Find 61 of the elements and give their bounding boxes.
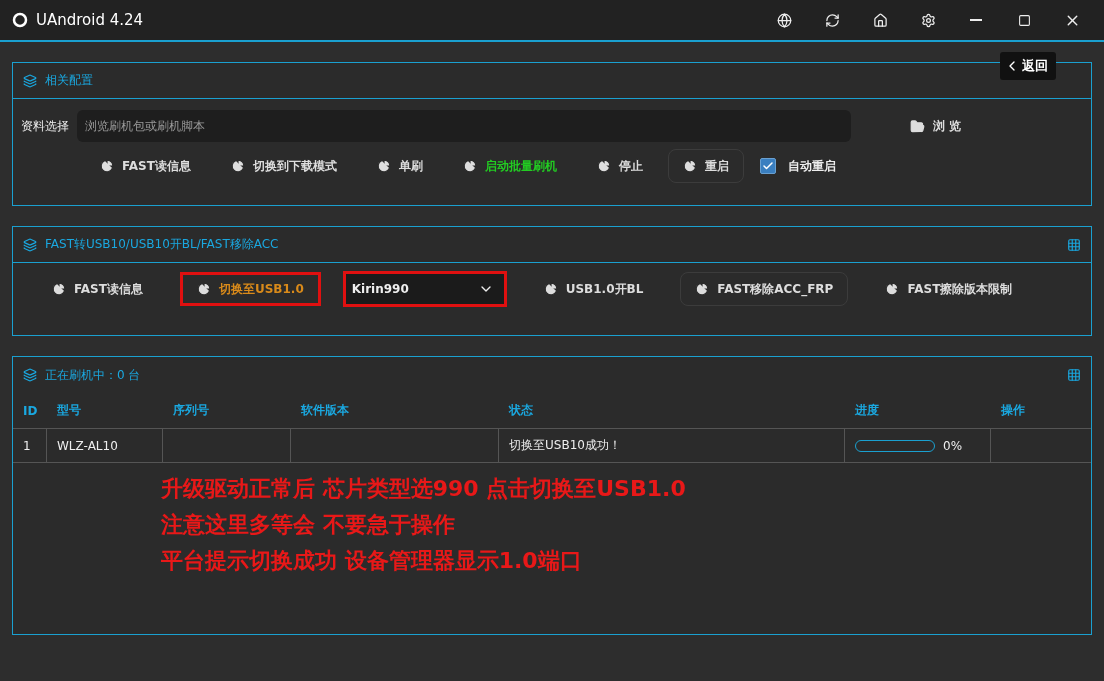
back-button[interactable]: 返回 [1000,52,1056,80]
file-label: 资料选择 [21,117,69,135]
table-cell: 切换至USB10成功！ [499,429,845,463]
globe-icon [776,12,792,28]
column-header: 型号 [47,393,163,429]
action-button[interactable]: 重启 [667,149,744,183]
app-logo-icon [12,12,28,28]
auto-reboot-checkbox[interactable] [759,158,776,174]
grid-icon [1067,368,1081,382]
check-icon [761,160,774,172]
folder-icon [910,118,925,134]
pie-chart-icon [462,159,477,173]
pie-chart-icon [376,159,391,173]
layers-icon [23,237,37,252]
annotation-text: 升级驱动正常后 芯片类型选990 点击切换至USB1.0 [160,475,687,503]
pie-chart-icon [885,282,900,296]
column-header: ID [13,393,47,429]
layers-icon [23,73,37,88]
action-button[interactable]: 单刷 [361,149,438,183]
panel-title: 相关配置 [45,72,94,89]
column-header: 进度 [845,393,991,429]
maximize-icon [1017,13,1031,27]
browse-button[interactable]: 浏 览 [895,109,1005,143]
pie-chart-icon [543,282,558,296]
action-button[interactable]: FAST移除ACC_FRP [680,272,849,306]
pie-chart-icon [100,159,114,173]
column-header: 操作 [991,393,1091,429]
table-cell: WLZ-AL10 [47,429,163,463]
action-button[interactable]: 切换至USB1.0 [179,272,321,306]
refresh-icon [824,12,840,28]
pie-chart-icon [230,159,245,173]
action-button[interactable]: 启动批量刷机 [447,149,572,183]
column-header: 状态 [499,393,845,429]
table-cell: 1 [13,429,47,463]
pie-chart-icon [596,159,611,173]
file-input-field[interactable]: 浏览刷机包或刷机脚本 [77,110,851,142]
action-button[interactable]: FAST读信息 [85,149,206,183]
window-title: UAndroid 4.24 [36,11,145,29]
annotation-text: 平台提示切换成功 设备管理器显示1.0端口 [160,547,583,575]
column-header: 序列号 [163,393,291,429]
action-button[interactable]: 切换到下载模式 [215,149,352,183]
action-button[interactable]: FAST读信息 [37,272,158,306]
settings-icon [920,12,936,28]
pie-chart-icon [52,282,66,296]
progress-text: 0% [943,438,963,453]
layers-icon [23,368,37,382]
action-button[interactable]: FAST擦除版本限制 [870,272,1028,306]
home-icon [872,12,888,28]
minimize-icon [970,19,982,21]
action-button[interactable]: 停止 [581,149,658,183]
column-header: 软件版本 [291,393,499,429]
panel-title: FAST转USB10/USB10开BL/FAST移除ACC [45,236,280,253]
panel-title: 正在刷机中：0 台 [45,366,142,384]
annotation-text: 注意这里多等会 不要急于操作 [160,511,456,539]
pie-chart-icon [695,282,710,296]
action-button[interactable]: USB1.0开BL [528,272,659,306]
pie-chart-icon [196,282,211,296]
grid-icon [1067,237,1081,252]
checkbox-label: 自动重启 [787,157,836,175]
pie-chart-icon [682,159,697,173]
chip-select[interactable]: Kirin990 [342,271,507,307]
